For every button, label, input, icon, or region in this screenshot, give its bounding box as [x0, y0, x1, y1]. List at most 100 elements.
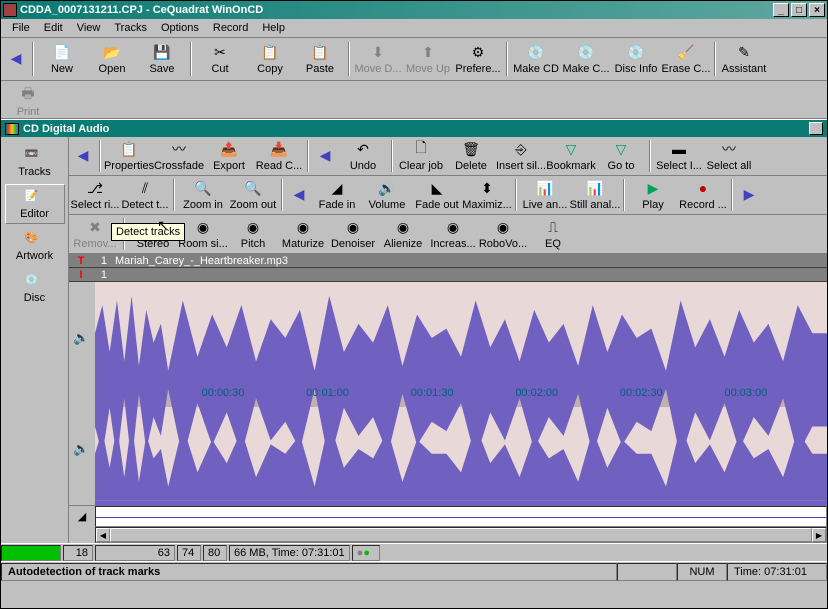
fade-out-icon: ◣	[428, 179, 446, 197]
editor-toolbar-1: ◀ 📋Properties 〰Crossfade 📤Export 📥Read C…	[69, 137, 827, 176]
panel-maximize-button[interactable]	[809, 122, 823, 135]
maturize-button[interactable]: ◉Maturize	[278, 216, 328, 252]
tab-editor[interactable]: 📝Editor	[5, 184, 65, 224]
menu-options[interactable]: Options	[154, 20, 206, 36]
info-val-4: 80	[203, 545, 227, 561]
delete-button[interactable]: 🗑Delete	[446, 138, 496, 174]
menu-tracks[interactable]: Tracks	[107, 20, 154, 36]
fade-out-button[interactable]: ◣Fade out	[412, 177, 462, 213]
panel-title: CD Digital Audio	[23, 123, 109, 135]
info-bar: 18 63 74 80 66 MB, Time: 07:31:01 ●●	[1, 543, 827, 561]
tab-disc[interactable]: 💿Disc	[5, 268, 65, 308]
open-button[interactable]: 📂Open	[87, 40, 137, 78]
maximize-button2[interactable]: ⬍Maximiz...	[462, 177, 512, 213]
maximize-button[interactable]: □	[791, 3, 807, 17]
robovoice-button[interactable]: ◉RoboVo...	[478, 216, 528, 252]
pitch-button[interactable]: ◉Pitch	[228, 216, 278, 252]
select-icon: ▬	[670, 140, 688, 158]
close-button[interactable]: ×	[809, 3, 825, 17]
delete-icon: 🗑	[462, 140, 480, 158]
prev-button[interactable]: ◀	[70, 138, 96, 174]
left2-button[interactable]: ◀	[286, 177, 312, 213]
still-analysis-button[interactable]: 📊Still anal...	[570, 177, 620, 213]
room-simulation-button[interactable]: ◉Room si...	[178, 216, 228, 252]
properties-button[interactable]: 📋Properties	[104, 138, 154, 174]
waveform-view[interactable]: 🔊 🔊 00:00:3000:01:0000:01:3000:02:0000:0…	[69, 282, 827, 505]
erase-c-button[interactable]: 🧹Erase C...	[661, 40, 711, 78]
track-filename[interactable]: Mariah_Carey_-_Heartbreaker.mp3	[111, 255, 288, 267]
preferences-button[interactable]: ⚙Prefere...	[453, 40, 503, 78]
waveform-canvas[interactable]: 00:00:3000:01:0000:01:3000:02:0000:02:30…	[95, 282, 827, 505]
clear-icon: 🗋	[412, 140, 430, 158]
increase-icon: ◉	[444, 218, 462, 236]
copy-icon: 📋	[261, 43, 279, 61]
record-button[interactable]: ●Record ...	[678, 177, 728, 213]
assistant-button[interactable]: ✎Assistant	[719, 40, 769, 78]
bookmark-button[interactable]: ▽Bookmark	[546, 138, 596, 174]
alienize-button[interactable]: ◉Alienize	[378, 216, 428, 252]
menu-edit[interactable]: Edit	[37, 20, 70, 36]
print-button[interactable]: 🖶Print	[3, 83, 53, 121]
menu-record[interactable]: Record	[206, 20, 255, 36]
status-time: Time: 07:31:01	[727, 563, 827, 581]
zoom-out-button[interactable]: 🔍Zoom out	[228, 177, 278, 213]
progress-bar	[1, 545, 61, 561]
select-all-button[interactable]: 〰Select all	[704, 138, 754, 174]
export-button[interactable]: 📤Export	[204, 138, 254, 174]
zoom-in-button[interactable]: 🔍Zoom in	[178, 177, 228, 213]
increase-button[interactable]: ◉Increas...	[428, 216, 478, 252]
cd-icon: 💿	[577, 43, 595, 61]
tracks-icon: 📼	[25, 147, 45, 165]
tab-tracks[interactable]: 📼Tracks	[5, 142, 65, 182]
new-button[interactable]: 📄New	[37, 40, 87, 78]
move-up-button[interactable]: ⬆Move Up	[403, 40, 453, 78]
save-button[interactable]: 💾Save	[137, 40, 187, 78]
track-i-label: I	[69, 269, 93, 281]
fade-in-button[interactable]: ◢Fade in	[312, 177, 362, 213]
clear-job-button[interactable]: 🗋Clear job	[396, 138, 446, 174]
copy-button[interactable]: 📋Copy	[245, 40, 295, 78]
volume-icon: ◢	[69, 506, 95, 527]
fade-in-icon: ◢	[328, 179, 346, 197]
tab-artwork[interactable]: 🎨Artwork	[5, 226, 65, 266]
zoom-in-icon: 🔍	[194, 179, 212, 197]
volume-strip[interactable]: ◢	[69, 505, 827, 527]
insert-silence-button[interactable]: ⎆Insert sil...	[496, 138, 546, 174]
menu-help[interactable]: Help	[255, 20, 292, 36]
live-analysis-button[interactable]: 📊Live an...	[520, 177, 570, 213]
menu-file[interactable]: File	[5, 20, 37, 36]
disc-info-button[interactable]: 💿Disc Info	[611, 40, 661, 78]
move-down-button[interactable]: ⬇Move D...	[353, 40, 403, 78]
menu-view[interactable]: View	[70, 20, 108, 36]
titlebar: CDDA_0007131211.CPJ - CeQuadrat WinOnCD …	[1, 1, 827, 19]
volume-button[interactable]: 🔊Volume	[362, 177, 412, 213]
crossfade-icon: 〰	[170, 140, 188, 158]
back-button[interactable]: ◀	[3, 40, 29, 78]
maturize-icon: ◉	[294, 218, 312, 236]
eq-button[interactable]: ⎍EQ	[528, 216, 578, 252]
detect-tracks-button[interactable]: ⫽Detect t...	[120, 177, 170, 213]
select-ri-button[interactable]: ⎇Select ri...	[70, 177, 120, 213]
undo-button[interactable]: ↶Undo	[338, 138, 388, 174]
horizontal-scrollbar[interactable]: ◀ ▶	[69, 527, 827, 543]
minimize-button[interactable]: _	[773, 3, 789, 17]
insert-icon: ⎆	[512, 140, 530, 158]
scroll-right-button[interactable]: ▶	[812, 528, 826, 542]
goto-button[interactable]: ▽Go to	[596, 138, 646, 174]
left-arrow-button[interactable]: ◀	[312, 138, 338, 174]
play-button[interactable]: ▶Play	[628, 177, 678, 213]
next-button[interactable]: ▶	[736, 177, 762, 213]
info-val-1: 18	[63, 545, 93, 561]
pitch-icon: ◉	[244, 218, 262, 236]
make-cd-button[interactable]: 💿Make CD	[511, 40, 561, 78]
read-c-button[interactable]: 📥Read C...	[254, 138, 304, 174]
denoiser-icon: ◉	[344, 218, 362, 236]
cut-button[interactable]: ✂Cut	[195, 40, 245, 78]
crossfade-button[interactable]: 〰Crossfade	[154, 138, 204, 174]
select-i-button[interactable]: ▬Select I...	[654, 138, 704, 174]
make-c-button[interactable]: 💿Make C...	[561, 40, 611, 78]
scroll-left-button[interactable]: ◀	[96, 528, 110, 542]
paste-button[interactable]: 📋Paste	[295, 40, 345, 78]
scroll-thumb[interactable]	[110, 528, 812, 542]
denoiser-button[interactable]: ◉Denoiser	[328, 216, 378, 252]
